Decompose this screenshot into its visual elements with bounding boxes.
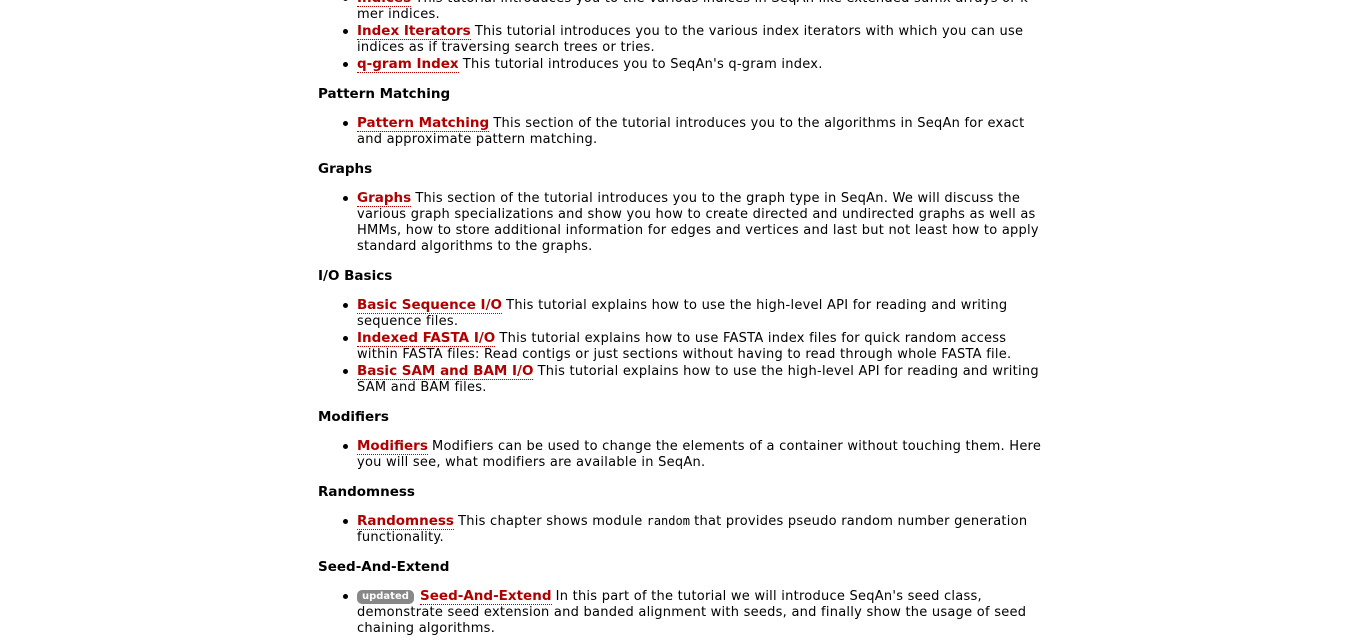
list-item-q-gram-index: q-gram Index This tutorial introduces yo… — [343, 56, 1048, 73]
item-description: This tutorial introduces you to the vari… — [357, 0, 1033, 22]
section-heading-pattern-matching: Pattern Matching — [318, 86, 451, 102]
index-tutorial-list: Indices This tutorial introduces you to … — [318, 0, 1048, 73]
section-heading-graphs: Graphs — [318, 161, 373, 177]
tutorial-link-q-gram-index[interactable]: q-gram Index — [357, 56, 459, 73]
list-item-basic-sequence-i-o: Basic Sequence I/O This tutorial explain… — [343, 297, 1048, 330]
item-description: This section of the tutorial introduces … — [357, 191, 1039, 254]
list-item-seed-and-extend: updated Seed-And-Extend In this part of … — [343, 588, 1048, 637]
tutorial-link-index-iterators[interactable]: Index Iterators — [357, 23, 471, 40]
item-description: This tutorial introduces you to SeqAn's … — [462, 57, 823, 72]
list-item-basic-sam-and-bam-i-o: Basic SAM and BAM I/O This tutorial expl… — [343, 363, 1048, 396]
tutorial-link-graphs[interactable]: Graphs — [357, 190, 412, 207]
list-item-indexed-fasta-i-o: Indexed FASTA I/O This tutorial explains… — [343, 330, 1048, 363]
list-item-graphs: Graphs This section of the tutorial intr… — [343, 190, 1048, 255]
section-list-seed-and-extend: updated Seed-And-Extend In this part of … — [318, 588, 1048, 637]
tutorial-link-randomness[interactable]: Randomness — [357, 513, 454, 530]
list-item-pattern-matching: Pattern Matching This section of the tut… — [343, 115, 1048, 148]
tutorial-link-indices[interactable]: Indices — [357, 0, 412, 7]
tutorial-link-basic-sequence-i-o[interactable]: Basic Sequence I/O — [357, 297, 502, 314]
list-item-indices: Indices This tutorial introduces you to … — [343, 0, 1048, 23]
tutorial-sections: Pattern Matching Pattern Matching This se… — [318, 86, 1048, 637]
section-heading-randomness: Randomness — [318, 484, 415, 500]
item-description: Modifiers can be used to change the elem… — [357, 439, 1042, 470]
section-heading-modifiers: Modifiers — [318, 409, 389, 425]
section-list-modifiers: Modifiers Modifiers can be used to chang… — [318, 438, 1048, 471]
tutorial-link-pattern-matching[interactable]: Pattern Matching — [357, 115, 490, 132]
section-heading-i-o-basics: I/O Basics — [318, 268, 393, 284]
list-item-modifiers: Modifiers Modifiers can be used to chang… — [343, 438, 1048, 471]
tutorial-link-basic-sam-and-bam-i-o[interactable]: Basic SAM and BAM I/O — [357, 363, 534, 380]
section-heading-seed-and-extend: Seed-And-Extend — [318, 559, 450, 575]
list-item-randomness: Randomness This chapter shows module ran… — [343, 513, 1048, 546]
section-list-i-o-basics: Basic Sequence I/O This tutorial explain… — [318, 297, 1048, 396]
section-list-graphs: Graphs This section of the tutorial intr… — [318, 190, 1048, 255]
tutorial-link-modifiers[interactable]: Modifiers — [357, 438, 428, 455]
inline-code: random — [646, 514, 690, 528]
tutorial-content: Indices This tutorial introduces you to … — [318, 0, 1048, 641]
section-list-randomness: Randomness This chapter shows module ran… — [318, 513, 1048, 546]
item-description: This chapter shows module — [458, 514, 643, 529]
tutorial-link-indexed-fasta-i-o[interactable]: Indexed FASTA I/O — [357, 330, 496, 347]
list-item-index-iterators: Index Iterators This tutorial introduces… — [343, 23, 1048, 56]
tutorial-link-seed-and-extend[interactable]: Seed-And-Extend — [420, 588, 552, 605]
status-badge: updated — [357, 590, 414, 604]
section-list-pattern-matching: Pattern Matching This section of the tut… — [318, 115, 1048, 148]
